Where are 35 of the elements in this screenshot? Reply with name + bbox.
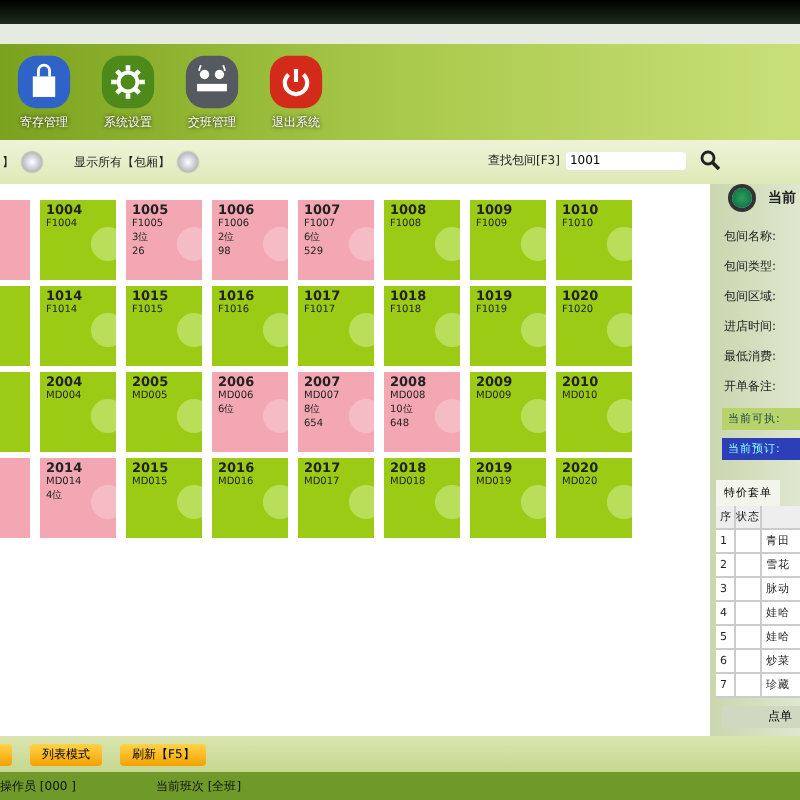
room-watermark-icon	[520, 398, 546, 434]
room-watermark-icon	[606, 484, 632, 520]
room-watermark-icon	[90, 484, 116, 520]
room-watermark-icon	[176, 398, 202, 434]
room-watermark-icon	[606, 312, 632, 348]
room-watermark-icon	[520, 226, 546, 262]
room-watermark-icon	[434, 226, 460, 262]
room-watermark-icon	[520, 484, 546, 520]
room-watermark-icon	[348, 484, 374, 520]
room-watermark-icon	[262, 226, 288, 262]
room-watermark-icon	[176, 484, 202, 520]
power-icon	[266, 54, 326, 110]
search-icon[interactable]	[699, 150, 720, 170]
room-watermark-icon	[348, 312, 374, 348]
bag-icon	[14, 54, 74, 110]
room-watermark-icon	[348, 226, 374, 262]
room-watermark-icon	[520, 312, 546, 348]
room-watermark-icon	[606, 226, 632, 262]
room-watermark-icon	[348, 398, 374, 434]
dropdown-button[interactable]	[178, 152, 198, 172]
room-watermark-icon	[434, 312, 460, 348]
room-watermark-icon	[262, 484, 288, 520]
room-watermark-icon	[434, 484, 460, 520]
room-watermark-icon	[262, 312, 288, 348]
room-watermark-icon	[90, 398, 116, 434]
room-watermark-icon	[262, 398, 288, 434]
room-watermark-icon	[90, 312, 116, 348]
status-light-icon	[732, 188, 752, 208]
room-watermark-icon	[90, 226, 116, 262]
room-watermark-icon	[176, 312, 202, 348]
room-watermark-icon	[434, 398, 460, 434]
room-watermark-icon	[606, 398, 632, 434]
dropdown-button[interactable]	[22, 152, 42, 172]
settings-icon	[98, 54, 158, 110]
room-watermark-icon	[176, 226, 202, 262]
